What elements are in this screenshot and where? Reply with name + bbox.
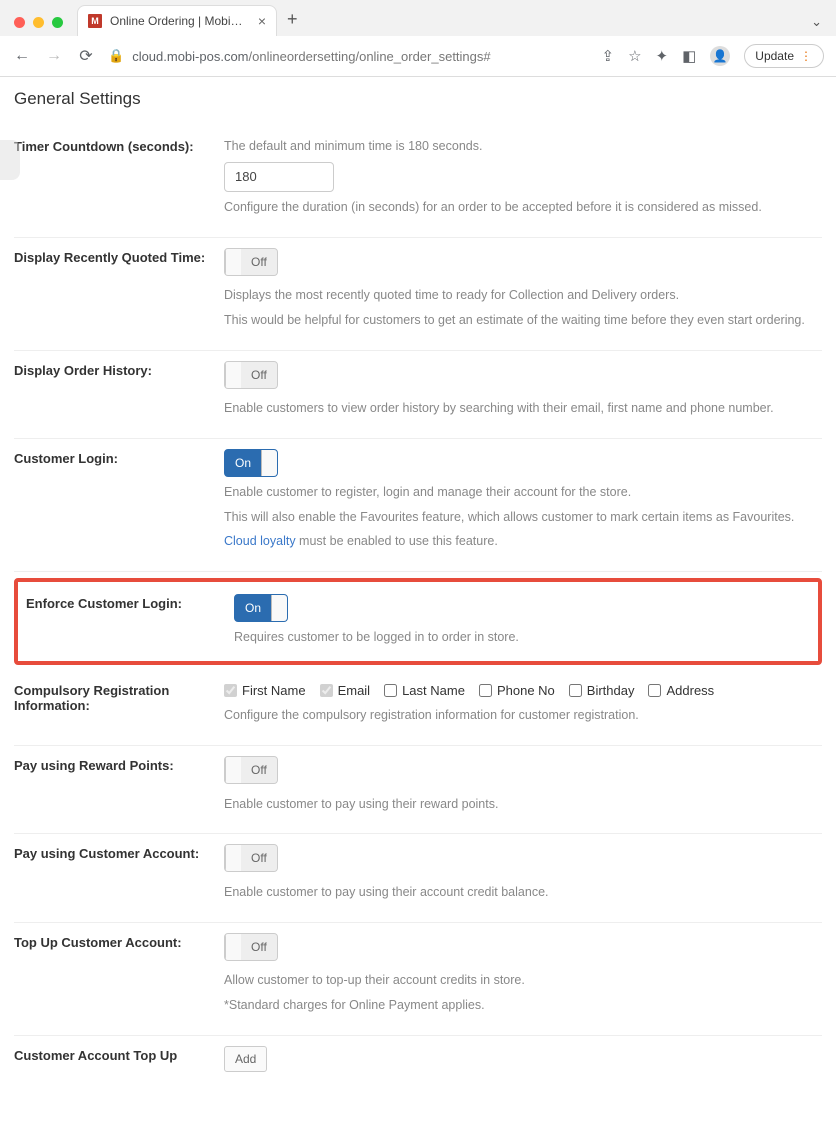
help-cl-1: Enable customer to register, login and m… xyxy=(224,483,822,502)
label-reward-points: Pay using Reward Points: xyxy=(14,756,224,813)
row-customer-account: Pay using Customer Account: Off Enable c… xyxy=(14,834,822,922)
row-topup-option: Customer Account Top Up Add xyxy=(14,1036,822,1092)
help-topup-1: Allow customer to top-up their account c… xyxy=(224,971,822,990)
url-box[interactable]: 🔒 cloud.mobi-pos.com/onlineordersetting/… xyxy=(108,48,590,64)
check-item-address[interactable]: Address xyxy=(648,681,714,701)
row-customer-login: Customer Login: On Enable customer to re… xyxy=(14,439,822,572)
share-icon[interactable]: ⇪ xyxy=(602,47,615,65)
more-icon: ⋮ xyxy=(800,49,813,63)
row-timer: Timer Countdown (seconds): The default a… xyxy=(14,127,822,238)
window-controls xyxy=(14,17,63,28)
row-order-history: Display Order History: Off Enable custom… xyxy=(14,351,822,439)
check-item-first-name[interactable]: First Name xyxy=(224,681,306,701)
timer-input[interactable] xyxy=(224,162,334,192)
close-tab-icon[interactable]: × xyxy=(258,13,266,29)
check-item-email[interactable]: Email xyxy=(320,681,371,701)
label-timer: Timer Countdown (seconds): xyxy=(14,137,224,217)
checkbox[interactable] xyxy=(320,684,333,697)
label-compulsory: Compulsory Registration Information: xyxy=(14,681,224,725)
checkbox[interactable] xyxy=(648,684,661,697)
tab-bar: M Online Ordering | MobiPOS × + ⌄ xyxy=(0,0,836,36)
new-tab-button[interactable]: + xyxy=(287,9,298,30)
help-enforce: Requires customer to be logged in to ord… xyxy=(234,628,812,647)
favicon-icon: M xyxy=(88,14,102,28)
sidepanel-icon[interactable]: ◧ xyxy=(682,47,696,65)
row-recently-quoted: Display Recently Quoted Time: Off Displa… xyxy=(14,238,822,351)
update-button[interactable]: Update ⋮ xyxy=(744,44,824,68)
help-compulsory: Configure the compulsory registration in… xyxy=(224,706,822,725)
tabs-menu-icon[interactable]: ⌄ xyxy=(811,14,822,30)
help-timer-top: The default and minimum time is 180 seco… xyxy=(224,137,822,156)
label-recently-quoted: Display Recently Quoted Time: xyxy=(14,248,224,330)
url-text: cloud.mobi-pos.com/onlineordersetting/on… xyxy=(132,49,490,64)
checkbox-label: First Name xyxy=(242,681,306,701)
check-item-birthday[interactable]: Birthday xyxy=(569,681,635,701)
extensions-icon[interactable]: ✦ xyxy=(656,47,669,65)
forward-button[interactable]: → xyxy=(44,47,64,65)
checkbox[interactable] xyxy=(224,684,237,697)
bookmark-icon[interactable]: ☆ xyxy=(628,47,641,65)
checkbox[interactable] xyxy=(569,684,582,697)
checkbox-label: Birthday xyxy=(587,681,635,701)
browser-tab[interactable]: M Online Ordering | MobiPOS × xyxy=(77,5,277,36)
label-customer-login: Customer Login: xyxy=(14,449,224,551)
reload-button[interactable]: ⟳ xyxy=(76,46,96,66)
checkbox-label: Phone No xyxy=(497,681,555,701)
checkbox[interactable] xyxy=(384,684,397,697)
help-cl-2: This will also enable the Favourites fea… xyxy=(224,508,822,527)
row-compulsory: Compulsory Registration Information: Fir… xyxy=(14,671,822,746)
profile-icon[interactable]: 👤 xyxy=(710,46,730,66)
checkbox-label: Email xyxy=(338,681,371,701)
cloud-loyalty-link[interactable]: Cloud loyalty xyxy=(224,534,296,548)
toggle-customer-account[interactable]: Off xyxy=(224,844,278,872)
page-content: General Settings Timer Countdown (second… xyxy=(0,77,836,1122)
checkbox-label: Last Name xyxy=(402,681,465,701)
page-title: General Settings xyxy=(14,89,822,109)
check-item-last-name[interactable]: Last Name xyxy=(384,681,465,701)
lock-icon: 🔒 xyxy=(108,48,124,64)
tab-title: Online Ordering | MobiPOS xyxy=(110,14,250,28)
help-rq-1: Displays the most recently quoted time t… xyxy=(224,286,822,305)
toggle-reward-points[interactable]: Off xyxy=(224,756,278,784)
back-button[interactable]: ← xyxy=(12,47,32,65)
toggle-customer-login[interactable]: On xyxy=(224,449,278,477)
help-ca: Enable customer to pay using their accou… xyxy=(224,883,822,902)
toggle-recently-quoted[interactable]: Off xyxy=(224,248,278,276)
checkbox[interactable] xyxy=(479,684,492,697)
label-topup: Top Up Customer Account: xyxy=(14,933,224,1015)
label-customer-account: Pay using Customer Account: xyxy=(14,844,224,901)
help-rq-2: This would be helpful for customers to g… xyxy=(224,311,822,330)
toggle-enforce-login[interactable]: On xyxy=(234,594,288,622)
label-order-history: Display Order History: xyxy=(14,361,224,418)
side-handle[interactable] xyxy=(0,140,20,180)
toggle-topup[interactable]: Off xyxy=(224,933,278,961)
label-enforce-login: Enforce Customer Login: xyxy=(24,594,234,647)
browser-chrome: M Online Ordering | MobiPOS × + ⌄ ← → ⟳ … xyxy=(0,0,836,77)
toggle-order-history[interactable]: Off xyxy=(224,361,278,389)
help-cl-3: Cloud loyalty must be enabled to use thi… xyxy=(224,532,822,551)
help-reward: Enable customer to pay using their rewar… xyxy=(224,795,822,814)
close-window-button[interactable] xyxy=(14,17,25,28)
checkbox-label: Address xyxy=(666,681,714,701)
row-topup: Top Up Customer Account: Off Allow custo… xyxy=(14,923,822,1036)
maximize-window-button[interactable] xyxy=(52,17,63,28)
row-enforce-login: Enforce Customer Login: On Requires cust… xyxy=(14,578,822,665)
add-topup-button[interactable]: Add xyxy=(224,1046,267,1072)
address-bar: ← → ⟳ 🔒 cloud.mobi-pos.com/onlineorderse… xyxy=(0,36,836,76)
check-item-phone-no[interactable]: Phone No xyxy=(479,681,555,701)
compulsory-options: First Name Email Last Name Phone No Birthday… xyxy=(224,681,822,701)
label-topup-option: Customer Account Top Up xyxy=(14,1046,224,1072)
help-topup-2: *Standard charges for Online Payment app… xyxy=(224,996,822,1015)
help-timer: Configure the duration (in seconds) for … xyxy=(224,198,822,217)
row-reward-points: Pay using Reward Points: Off Enable cust… xyxy=(14,746,822,834)
minimize-window-button[interactable] xyxy=(33,17,44,28)
help-order-history: Enable customers to view order history b… xyxy=(224,399,822,418)
